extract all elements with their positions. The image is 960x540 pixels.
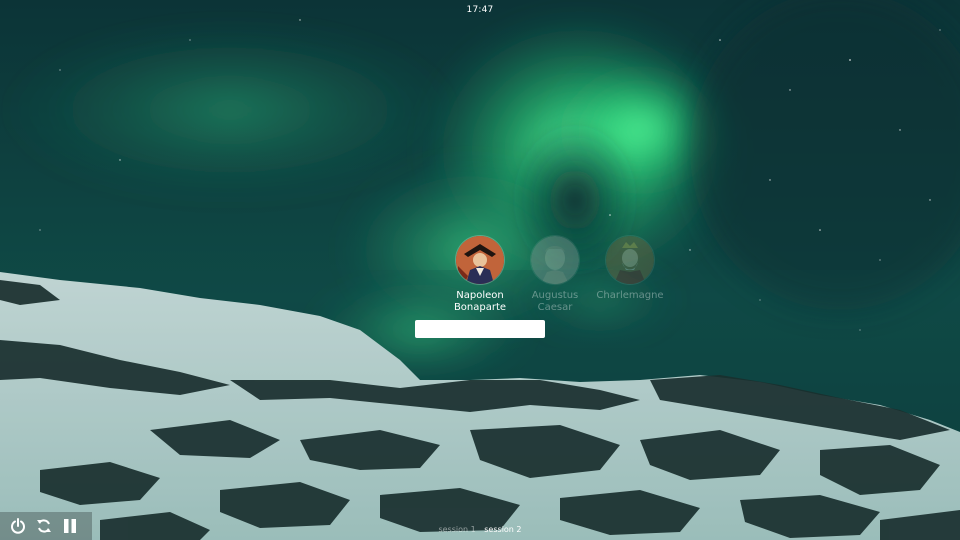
user-name-line1: Charlemagne	[596, 290, 664, 301]
session-option-2[interactable]: session 2	[484, 525, 521, 534]
session-option-1[interactable]: session 1	[438, 525, 475, 534]
avatar	[606, 236, 654, 284]
session-selector: session 1 session 2	[0, 525, 960, 534]
password-input[interactable]	[415, 320, 545, 338]
user-list: Napoleon Bonaparte Augustus Caesar Charl…	[0, 236, 960, 326]
user-card-charlemagne[interactable]: Charlemagne	[580, 236, 680, 302]
login-screen: 17:47 Napoleon Bonaparte Augustus Caesar…	[0, 0, 960, 540]
user-portrait-icon	[531, 236, 579, 284]
avatar	[456, 236, 504, 284]
user-portrait-icon	[606, 236, 654, 284]
user-name-line2: Caesar	[537, 302, 573, 313]
user-portrait-icon	[456, 236, 504, 284]
clock: 17:47	[466, 5, 494, 15]
avatar	[531, 236, 579, 284]
